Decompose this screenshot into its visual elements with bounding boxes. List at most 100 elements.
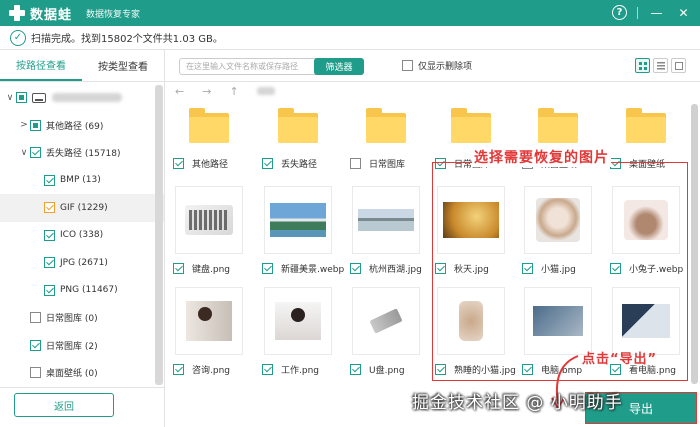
tree-row[interactable]: BMP (13) bbox=[0, 167, 164, 195]
tree-checkbox[interactable] bbox=[44, 257, 55, 269]
file-item[interactable]: U盘.png bbox=[348, 287, 428, 376]
file-label-row: 杭州西湖.jpg bbox=[348, 262, 428, 275]
file-item[interactable]: 工作.png bbox=[260, 287, 340, 376]
tree-checkbox[interactable] bbox=[44, 229, 55, 241]
tree-row[interactable]: PNG (11467) bbox=[0, 277, 164, 305]
file-checkbox[interactable] bbox=[350, 364, 361, 375]
chevron-right-icon[interactable]: > bbox=[18, 120, 30, 130]
chevron-down-icon[interactable]: ∨ bbox=[4, 93, 16, 103]
tree-row-label: 桌面壁纸 (0) bbox=[46, 369, 98, 380]
tree-row[interactable]: ICO (338) bbox=[0, 222, 164, 250]
tree-checkbox[interactable] bbox=[44, 174, 55, 186]
nav-up-icon[interactable]: ↑ bbox=[229, 85, 238, 98]
logo-cross-icon bbox=[8, 4, 26, 22]
grid-view-icon bbox=[638, 61, 647, 70]
file-item[interactable]: 日常图库 bbox=[348, 100, 428, 170]
image-thumbnail[interactable] bbox=[352, 287, 420, 355]
detail-view-icon bbox=[674, 61, 683, 70]
folder-thumbnail[interactable] bbox=[352, 100, 420, 149]
file-item[interactable]: 其他路径 bbox=[171, 100, 251, 170]
select-images-annotation: 选择需要恢复的图片 bbox=[472, 147, 611, 167]
file-checkbox[interactable] bbox=[350, 263, 361, 274]
file-checkbox[interactable] bbox=[350, 158, 361, 169]
tree-row-label: BMP (13) bbox=[60, 175, 101, 186]
close-icon[interactable]: ✕ bbox=[675, 4, 692, 21]
image-preview bbox=[185, 205, 233, 235]
tree-checkbox[interactable] bbox=[30, 119, 41, 131]
file-item[interactable]: 咨询.png bbox=[171, 287, 251, 376]
tree-row[interactable]: 桌面壁纸 (0) bbox=[0, 359, 164, 387]
back-button[interactable]: 返回 bbox=[14, 393, 114, 417]
file-checkbox[interactable] bbox=[173, 364, 184, 375]
file-name: 键盘.png bbox=[192, 265, 230, 275]
deleted-only-toggle[interactable]: 仅显示删除项 bbox=[402, 59, 472, 72]
watermark-text: 掘金技术社区 @ 小明助手 bbox=[412, 393, 623, 413]
image-preview bbox=[186, 301, 232, 341]
hard-drive-icon bbox=[32, 92, 46, 103]
file-name: 工作.png bbox=[281, 366, 319, 376]
file-checkbox[interactable] bbox=[262, 364, 273, 375]
tree-checkbox[interactable] bbox=[44, 284, 55, 296]
file-item[interactable]: 桌面壁纸 bbox=[608, 100, 688, 170]
grid-view-button[interactable] bbox=[635, 58, 650, 73]
file-checkbox[interactable] bbox=[262, 158, 273, 169]
file-grid-scrollbar[interactable] bbox=[691, 104, 698, 384]
chevron-down-icon[interactable]: ∨ bbox=[18, 148, 30, 158]
tree-row[interactable]: ∨ 丢失路径 (15718) bbox=[0, 139, 164, 167]
file-name: 丢失路径 bbox=[281, 160, 318, 170]
folder-thumbnail[interactable] bbox=[524, 100, 592, 149]
image-thumbnail[interactable] bbox=[264, 287, 332, 355]
tree-row[interactable]: 日常图库 (2) bbox=[0, 332, 164, 360]
search-input[interactable]: 在这里输入文件名称或保存路径 bbox=[179, 58, 329, 75]
current-path-blurred bbox=[256, 87, 275, 95]
tree-row[interactable]: 日常图库 (0) bbox=[0, 304, 164, 332]
image-thumbnail[interactable] bbox=[175, 186, 243, 254]
file-item[interactable]: 键盘.png bbox=[171, 186, 251, 275]
tree-checkbox[interactable] bbox=[16, 92, 27, 104]
filter-button[interactable]: 筛选器 bbox=[314, 58, 364, 75]
tab-by-type[interactable]: 按类型查看 bbox=[82, 50, 164, 81]
file-checkbox[interactable] bbox=[173, 158, 184, 169]
view-mode-tabs: 按路径查看 按类型查看 bbox=[0, 50, 164, 82]
tree-row[interactable]: > 其他路径 (69) bbox=[0, 112, 164, 140]
tree-scrollbar[interactable] bbox=[155, 85, 163, 385]
folder-thumbnail[interactable] bbox=[612, 100, 680, 149]
list-view-button[interactable] bbox=[653, 58, 668, 73]
tree-row-label: 其他路径 (69) bbox=[46, 121, 104, 132]
app-logo: 数据蛙 bbox=[0, 4, 72, 23]
file-item[interactable]: 丢失路径 bbox=[260, 100, 340, 170]
tree-row[interactable]: ∨ bbox=[0, 84, 164, 112]
tree-row[interactable]: JPG (2671) bbox=[0, 249, 164, 277]
image-thumbnail[interactable] bbox=[264, 186, 332, 254]
detail-view-button[interactable] bbox=[671, 58, 686, 73]
file-label-row: 其他路径 bbox=[171, 157, 251, 170]
tree-row[interactable]: GIF (1229) bbox=[0, 194, 164, 222]
tab-by-path[interactable]: 按路径查看 bbox=[0, 50, 82, 81]
deleted-only-checkbox[interactable] bbox=[402, 60, 413, 71]
help-icon[interactable]: ? bbox=[612, 5, 627, 20]
tree-checkbox[interactable] bbox=[30, 339, 41, 351]
image-thumbnail[interactable] bbox=[175, 287, 243, 355]
image-thumbnail[interactable] bbox=[352, 186, 420, 254]
image-preview bbox=[275, 302, 321, 340]
tree-checkbox[interactable] bbox=[30, 147, 41, 159]
folder-thumbnail[interactable] bbox=[437, 100, 505, 149]
file-checkbox[interactable] bbox=[262, 263, 273, 274]
file-name: U盘.png bbox=[369, 366, 405, 376]
tree-row-label: 丢失路径 (15718) bbox=[46, 149, 121, 160]
tree-row-label: JPG (2671) bbox=[60, 257, 108, 268]
app-subtitle: 数据恢复专家 bbox=[86, 9, 141, 20]
file-item[interactable]: 新疆美景.webp bbox=[260, 186, 344, 275]
nav-back-icon[interactable]: ← bbox=[175, 85, 184, 98]
file-checkbox[interactable] bbox=[173, 263, 184, 274]
folder-thumbnail[interactable] bbox=[264, 100, 332, 149]
minimize-icon[interactable]: — bbox=[648, 4, 665, 21]
nav-forward-icon[interactable]: → bbox=[202, 85, 211, 98]
tree-checkbox[interactable] bbox=[44, 202, 55, 214]
file-label-row: 键盘.png bbox=[171, 262, 251, 275]
tree-checkbox[interactable] bbox=[30, 312, 41, 324]
tree-checkbox[interactable] bbox=[30, 367, 41, 379]
folder-thumbnail[interactable] bbox=[175, 100, 243, 149]
file-item[interactable]: 杭州西湖.jpg bbox=[348, 186, 428, 275]
deleted-only-label: 仅显示删除项 bbox=[418, 62, 473, 72]
